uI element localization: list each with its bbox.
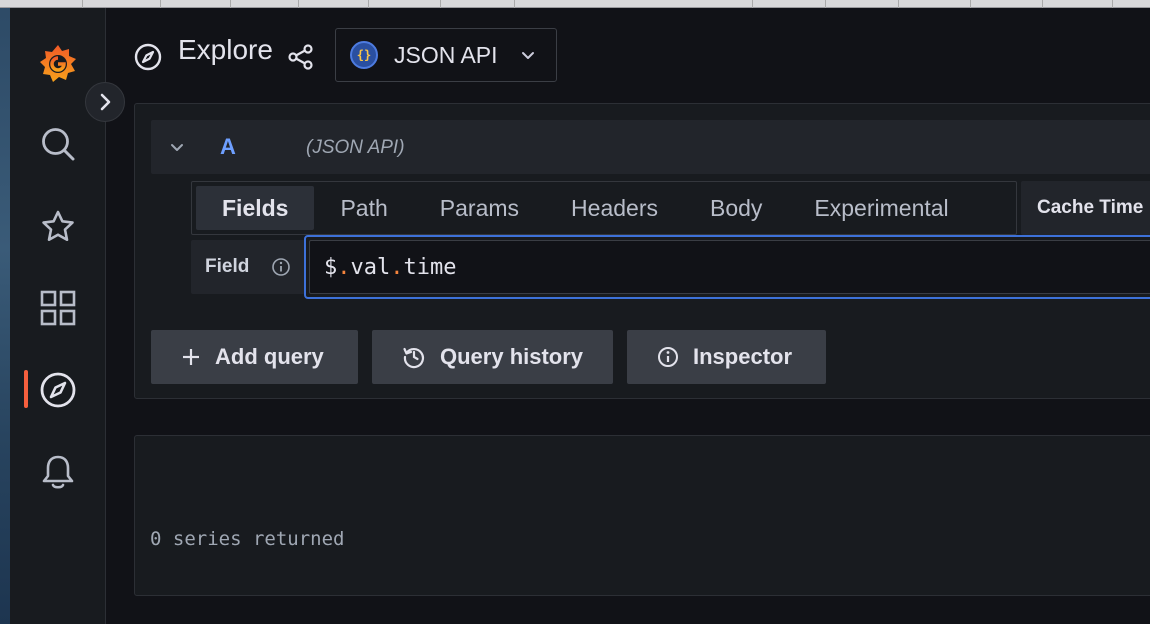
page-title: Explore <box>178 34 273 65</box>
query-row-header[interactable]: A (JSON API) <box>151 120 1150 174</box>
tab-params[interactable]: Params <box>414 186 545 230</box>
chevron-right-icon <box>100 93 111 111</box>
grafana-logo[interactable] <box>10 36 106 92</box>
field-input[interactable]: $. val. time <box>309 240 1150 294</box>
inspector-button[interactable]: Inspector <box>627 330 826 384</box>
query-history-label: Query history <box>440 344 584 369</box>
results-status: 0 series returned <box>150 528 345 550</box>
sidebar-item-dashboards[interactable] <box>10 280 106 336</box>
tab-headers[interactable]: Headers <box>545 186 684 230</box>
compass-icon <box>40 372 76 408</box>
bell-icon <box>42 455 74 489</box>
sidebar-item-starred[interactable] <box>10 199 106 255</box>
query-ref-id[interactable]: A <box>220 134 236 160</box>
info-icon <box>658 347 678 367</box>
datasource-picker[interactable]: {} JSON API <box>335 28 557 82</box>
tab-body[interactable]: Body <box>684 186 788 230</box>
sidebar-expand-button[interactable] <box>85 82 125 122</box>
sidebar-item-explore[interactable] <box>10 362 106 418</box>
dashboards-grid-icon <box>40 290 76 326</box>
window-top-strip <box>0 0 1150 8</box>
inspector-label: Inspector <box>693 344 793 369</box>
page-header: Explore {} JSON API <box>106 8 1150 98</box>
field-token-dot: . <box>337 254 351 280</box>
info-icon[interactable] <box>271 257 291 277</box>
search-icon <box>42 128 75 161</box>
datasource-name: JSON API <box>394 41 498 68</box>
add-query-label: Add query <box>215 344 324 369</box>
query-datasource-hint: (JSON API) <box>306 137 405 158</box>
field-token: $ <box>324 254 338 280</box>
tab-experimental[interactable]: Experimental <box>788 186 974 230</box>
query-tabs: Fields Path Params Headers Body Experime… <box>191 181 1017 235</box>
share-icon[interactable] <box>288 44 314 70</box>
plus-icon <box>183 349 199 365</box>
field-label: Field <box>191 240 305 294</box>
compass-icon <box>134 43 162 71</box>
tab-fields[interactable]: Fields <box>196 186 315 230</box>
field-label-text: Field <box>205 256 250 277</box>
query-history-button[interactable]: Query history <box>372 330 613 384</box>
history-icon <box>403 347 425 369</box>
tab-path[interactable]: Path <box>314 186 413 230</box>
field-token-dot: . <box>390 254 404 280</box>
grafana-logo-icon <box>40 45 76 82</box>
field-token: time <box>403 254 457 280</box>
query-editor-panel: A (JSON API) Fields Path Params Headers … <box>134 103 1150 399</box>
field-input-focus-ring: $. val. time <box>304 235 1150 299</box>
add-query-button[interactable]: Add query <box>151 330 358 384</box>
chevron-down-icon[interactable] <box>169 140 185 156</box>
cache-time-button[interactable]: Cache Time <box>1021 181 1150 235</box>
json-api-logo-icon: {} <box>350 41 378 69</box>
results-panel: 0 series returned <box>134 435 1150 596</box>
desktop-background <box>0 0 10 624</box>
sidebar-item-search[interactable] <box>10 116 106 172</box>
field-token: val <box>350 254 391 280</box>
sidebar-item-alerting[interactable] <box>10 444 106 500</box>
chevron-down-icon <box>521 52 534 59</box>
star-icon <box>42 210 74 241</box>
